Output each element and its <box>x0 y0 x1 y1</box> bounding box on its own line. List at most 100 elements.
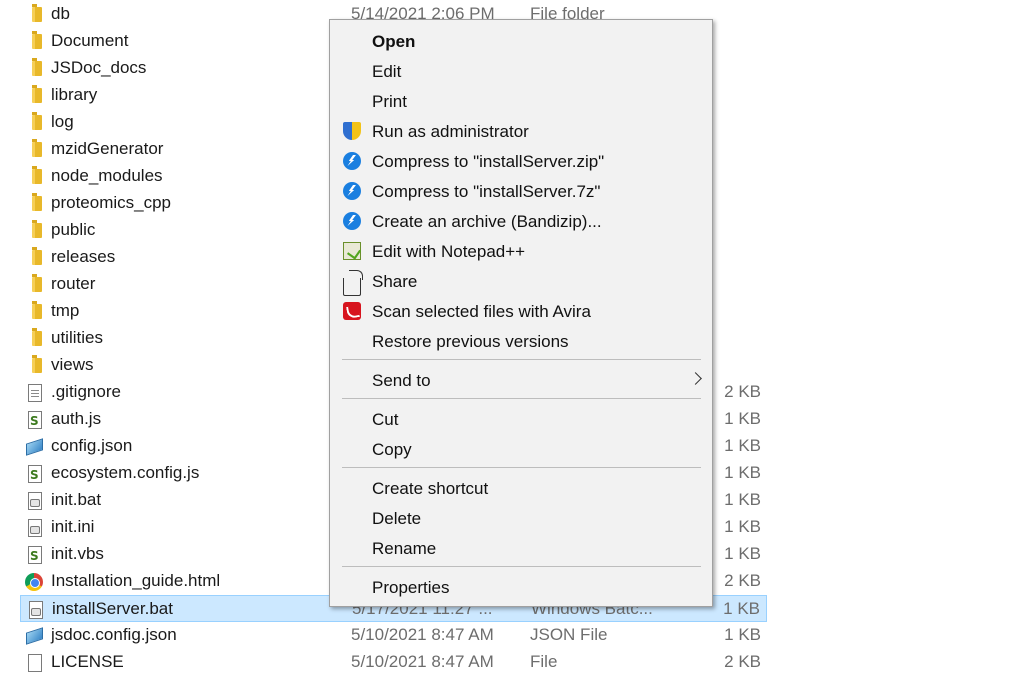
file-name: auth.js <box>51 409 102 428</box>
menu-item-label: Restore previous versions <box>372 332 569 351</box>
text-file-icon <box>24 383 44 403</box>
share-icon <box>343 278 361 296</box>
menu-item-label: Edit <box>372 62 402 81</box>
menu-item-label: Compress to "installServer.zip" <box>372 152 605 171</box>
script-file-icon: S <box>24 410 44 430</box>
file-name: utilities <box>51 328 103 347</box>
file-name: init.ini <box>51 517 95 536</box>
folder-icon <box>24 193 44 214</box>
batch-file-icon <box>25 600 45 620</box>
file-name: public <box>51 220 96 239</box>
file-name: releases <box>51 247 116 266</box>
menu-item-label: Scan selected files with Avira <box>372 302 591 321</box>
file-size: 1 KB <box>724 517 761 536</box>
file-name: config.json <box>51 436 133 455</box>
menu-item-scan-selected-files-with-avira[interactable]: Scan selected files with Avira <box>330 296 712 326</box>
json-file-icon <box>24 626 44 646</box>
context-menu: Open Edit Print Run as administrator Compres… <box>329 19 713 607</box>
menu-item-label: Run as administrator <box>372 122 529 141</box>
json-file-icon <box>24 437 44 457</box>
file-name: JSDoc_docs <box>51 58 147 77</box>
menu-item-copy[interactable]: Copy <box>330 434 712 464</box>
file-size: 1 KB <box>724 625 761 644</box>
file-name: mzidGenerator <box>51 139 164 158</box>
menu-separator <box>342 467 701 468</box>
menu-item-print[interactable]: Print <box>330 86 712 116</box>
file-name: node_modules <box>51 166 163 185</box>
folder-icon <box>24 247 44 268</box>
folder-icon <box>24 31 44 52</box>
folder-icon <box>24 58 44 79</box>
notepadpp-icon <box>343 242 361 260</box>
file-name: db <box>51 4 70 23</box>
menu-item-create-an-archive-bandizip[interactable]: Create an archive (Bandizip)... <box>330 206 712 236</box>
menu-item-edit[interactable]: Edit <box>330 56 712 86</box>
menu-item-compress-to-installserver-zip[interactable]: Compress to "installServer.zip" <box>330 146 712 176</box>
folder-icon <box>24 139 44 160</box>
file-row[interactable]: LICENSE 5/10/2021 8:47 AM File 2 KB <box>20 649 767 676</box>
file-type: JSON File <box>530 625 608 644</box>
menu-item-label: Create shortcut <box>372 479 489 498</box>
file-size: 1 KB <box>724 436 761 455</box>
folder-icon <box>24 301 44 322</box>
file-name: tmp <box>51 301 80 320</box>
menu-separator <box>342 398 701 399</box>
file-name: views <box>51 355 94 374</box>
menu-item-label: Edit with Notepad++ <box>372 242 526 261</box>
menu-item-compress-to-installserver-7z[interactable]: Compress to "installServer.7z" <box>330 176 712 206</box>
folder-icon <box>24 274 44 295</box>
menu-item-send-to[interactable]: Send to <box>330 365 712 395</box>
file-size: 1 KB <box>723 599 760 618</box>
menu-item-label: Create an archive (Bandizip)... <box>372 212 602 231</box>
file-name: router <box>51 274 96 293</box>
menu-item-label: Rename <box>372 539 437 558</box>
menu-item-run-as-administrator[interactable]: Run as administrator <box>330 116 712 146</box>
menu-item-label: Send to <box>372 371 431 390</box>
bandizip-icon <box>343 182 361 200</box>
menu-item-label: Cut <box>372 410 399 429</box>
chevron-right-icon <box>689 372 702 385</box>
menu-separator <box>342 566 701 567</box>
file-date-modified: 5/10/2021 8:47 AM <box>351 652 494 671</box>
uac-shield-icon <box>343 122 361 140</box>
menu-item-edit-with-notepad[interactable]: Edit with Notepad++ <box>330 236 712 266</box>
avira-icon <box>343 302 361 320</box>
chrome-icon <box>24 572 44 592</box>
file-size: 1 KB <box>724 490 761 509</box>
menu-item-label: Delete <box>372 509 422 528</box>
file-size: 2 KB <box>724 652 761 671</box>
file-name: proteomics_cpp <box>51 193 172 212</box>
file-row[interactable]: jsdoc.config.json 5/10/2021 8:47 AM JSON F… <box>20 622 767 649</box>
file-name: Document <box>51 31 129 50</box>
file-name: installServer.bat <box>52 599 173 618</box>
file-name: init.vbs <box>51 544 104 563</box>
file-size: 1 KB <box>724 544 761 563</box>
menu-item-open[interactable]: Open <box>330 26 712 56</box>
file-size: 1 KB <box>724 409 761 428</box>
menu-item-create-shortcut[interactable]: Create shortcut <box>330 473 712 503</box>
file-size: 2 KB <box>724 382 761 401</box>
menu-separator <box>342 359 701 360</box>
folder-icon <box>24 220 44 241</box>
menu-item-properties[interactable]: Properties <box>330 572 712 602</box>
bandizip-icon <box>343 212 361 230</box>
file-name: LICENSE <box>51 652 124 671</box>
script-file-icon: S <box>24 545 44 565</box>
file-name: library <box>51 85 98 104</box>
file-name: Installation_guide.html <box>51 571 221 590</box>
file-type: File <box>530 652 558 671</box>
menu-item-share[interactable]: Share <box>330 266 712 296</box>
batch-file-icon <box>24 491 44 511</box>
file-size: 1 KB <box>724 463 761 482</box>
bandizip-icon <box>343 152 361 170</box>
file-name: init.bat <box>51 490 102 509</box>
menu-item-cut[interactable]: Cut <box>330 404 712 434</box>
settings-file-icon <box>24 518 44 538</box>
menu-item-label: Compress to "installServer.7z" <box>372 182 601 201</box>
menu-item-label: Copy <box>372 440 412 459</box>
menu-item-rename[interactable]: Rename <box>330 533 712 563</box>
folder-icon <box>24 355 44 376</box>
menu-item-restore-previous-versions[interactable]: Restore previous versions <box>330 326 712 356</box>
folder-icon <box>24 4 44 25</box>
menu-item-delete[interactable]: Delete <box>330 503 712 533</box>
